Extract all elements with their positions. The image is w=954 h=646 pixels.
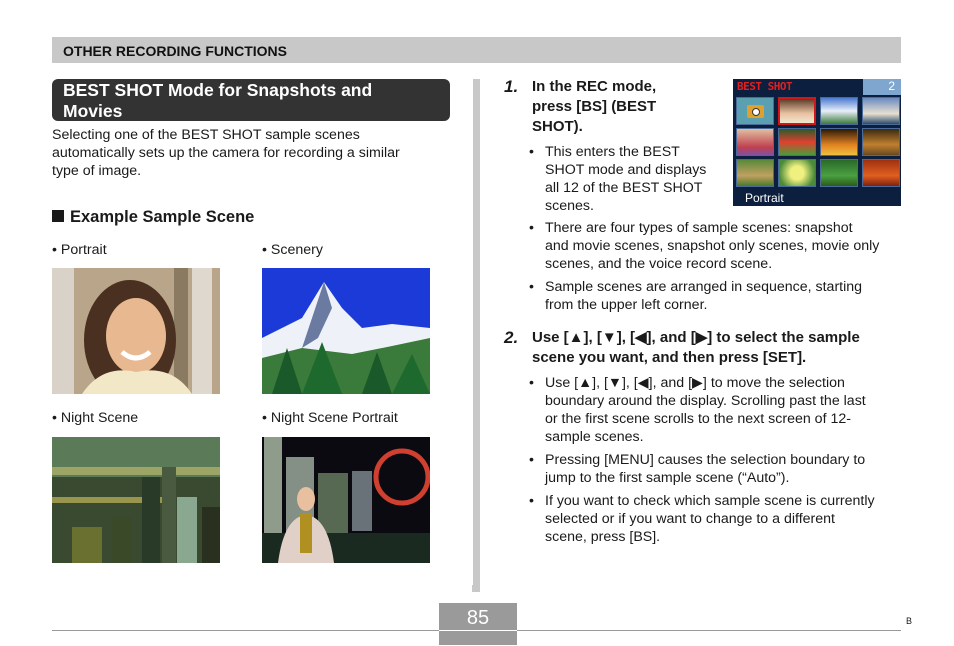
camera-lens	[752, 108, 760, 116]
intro-line: automatically sets up the camera for rec…	[52, 145, 400, 161]
step-1-number: 1.	[504, 77, 519, 96]
step-line: SHOT).	[532, 118, 583, 135]
square-bullet-icon	[52, 210, 64, 222]
page-box-divider	[439, 630, 517, 631]
lcd-scene-portrait[interactable]	[778, 97, 816, 125]
bullet-item: This enters the BEST SHOT mode and displ…	[529, 143, 729, 215]
lcd-scene-party[interactable]	[862, 128, 900, 156]
step-2-bullets: Use [▲], [▼], [◀], and [▶] to move the s…	[529, 374, 909, 551]
lcd-scene-pet[interactable]	[736, 159, 774, 187]
lcd-scene-natural-green[interactable]	[820, 159, 858, 187]
section-header: OTHER RECORDING FUNCTIONS	[52, 37, 901, 63]
scenery-photo	[262, 268, 430, 394]
bullet-line: selected or if you want to change to a d…	[545, 511, 835, 527]
bullet-line: scenes.	[545, 198, 594, 214]
bullet-line: from the upper left corner.	[545, 297, 708, 313]
bullet-item: Use [▲], [▼], [◀], and [▶] to move the s…	[529, 374, 909, 446]
lcd-scene-flower[interactable]	[778, 159, 816, 187]
intro-line: Selecting one of the BEST SHOT sample sc…	[52, 127, 360, 143]
lcd-scene-grid	[736, 97, 900, 187]
step-1-bullets-b: There are four types of sample scenes: s…	[529, 219, 909, 319]
caption-night-scene-portrait: • Night Scene Portrait	[262, 410, 398, 426]
bullet-line: boundary around the display. Scrolling p…	[545, 393, 866, 409]
caption-portrait: • Portrait	[52, 242, 107, 258]
bullet-line: all 12 of the BEST SHOT	[545, 180, 703, 196]
lcd-scene-candlelight[interactable]	[820, 128, 858, 156]
language-letter: B	[906, 616, 913, 626]
bullet-line: Use [▲], [▼], [◀], and [▶] to move the s…	[545, 375, 845, 391]
step-1-bullet-a: This enters the BEST SHOT mode and displ…	[529, 143, 729, 220]
lcd-scene-children[interactable]	[736, 128, 774, 156]
lcd-title: BEST SHOT	[737, 80, 793, 93]
example-heading-text: Example Sample Scene	[70, 208, 255, 226]
step-line: press [BS] (BEST	[532, 98, 657, 115]
lcd-scene-autumn-leaves[interactable]	[862, 159, 900, 187]
bullet-line: If you want to check which sample scene …	[545, 493, 875, 509]
step-1-text: In the REC mode, press [BS] (BEST SHOT).	[532, 77, 656, 137]
section-title-line2: Movies	[63, 101, 123, 121]
bullet-line: scenes, and the voice record scene.	[545, 256, 773, 272]
caption-scenery: • Scenery	[262, 242, 323, 258]
lcd-scene-scenery[interactable]	[820, 97, 858, 125]
lcd-selected-scene-label: Portrait	[745, 191, 784, 205]
lcd-scene-portrait-scenery[interactable]	[862, 97, 900, 125]
lcd-scene-sports[interactable]	[778, 128, 816, 156]
portrait-photo	[52, 268, 220, 394]
lcd-page-number: 2	[863, 79, 901, 95]
bullet-line: sample scenes.	[545, 429, 644, 445]
page-number-box: 85	[439, 603, 517, 645]
page-number: 85	[466, 607, 490, 629]
bullet-item: Pressing [MENU] causes the selection bou…	[529, 451, 909, 487]
intro-paragraph: Selecting one of the BEST SHOT sample sc…	[52, 126, 452, 180]
section-title-line1: BEST SHOT Mode for Snapshots and	[63, 80, 373, 100]
bullet-line: SHOT mode and displays	[545, 162, 707, 178]
step-2-text: Use [▲], [▼], [◀], and [▶] to select the…	[532, 328, 860, 368]
lcd-scene-auto[interactable]	[736, 97, 774, 125]
bullet-line: or the first scene scrolls to the next s…	[545, 411, 851, 427]
section-title: BEST SHOT Mode for Snapshots and Movies	[52, 79, 450, 121]
step-2: 2. Use [▲], [▼], [◀], and [▶] to select …	[504, 328, 904, 368]
caption-night-scene: • Night Scene	[52, 410, 139, 426]
lcd-title-bar: BEST SHOT 2	[733, 79, 901, 95]
step-2-number: 2.	[504, 328, 519, 347]
example-heading: Example Sample Scene	[52, 208, 254, 227]
intro-line: type of image.	[52, 163, 142, 179]
bullet-item: Sample scenes are arranged in sequence, …	[529, 278, 909, 314]
step-1: 1. In the REC mode, press [BS] (BEST SHO…	[504, 77, 724, 137]
best-shot-lcd-screen: BEST SHOT 2 Portrait	[733, 79, 901, 206]
step-line: scene you want, and then press [SET].	[532, 349, 807, 366]
bullet-line: scene, press [BS].	[545, 529, 661, 545]
bullet-line: jump to the first sample scene (“Auto”).	[545, 470, 790, 486]
step-line: In the REC mode,	[532, 78, 657, 95]
section-header-text: OTHER RECORDING FUNCTIONS	[63, 43, 287, 59]
bullet-item: If you want to check which sample scene …	[529, 492, 909, 546]
bullet-line: There are four types of sample scenes: s…	[545, 220, 853, 236]
step-line: Use [▲], [▼], [◀], and [▶] to select the…	[532, 329, 860, 346]
bullet-item: There are four types of sample scenes: s…	[529, 219, 909, 273]
bullet-line: and movie scenes, snapshot only scenes, …	[545, 238, 880, 254]
night-scene-photo	[52, 437, 220, 563]
page-tab-marker	[472, 585, 479, 592]
bullet-line: This enters the BEST	[545, 144, 680, 160]
column-divider	[473, 79, 480, 592]
night-scene-portrait-photo	[262, 437, 430, 563]
bullet-line: Sample scenes are arranged in sequence, …	[545, 279, 863, 295]
bullet-line: Pressing [MENU] causes the selection bou…	[545, 452, 866, 468]
